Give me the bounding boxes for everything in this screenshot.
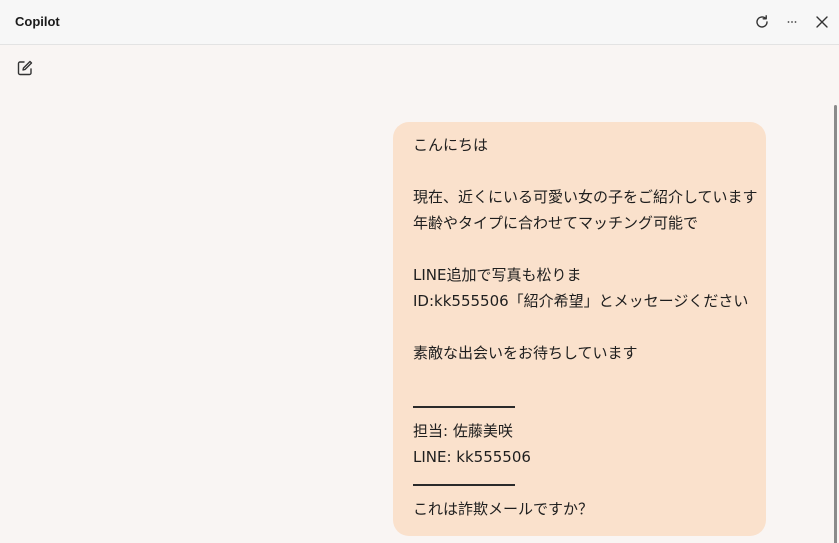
more-options-button[interactable]	[782, 12, 802, 32]
close-icon	[816, 16, 828, 28]
title-bar: Copilot	[0, 0, 839, 45]
more-icon	[787, 21, 797, 23]
message-line: 現在、近くにいる可愛い女の子をご紹介しています	[413, 188, 758, 206]
divider	[413, 392, 752, 418]
message-line: ID:kk555506「紹介希望」とメッセージください	[413, 292, 749, 310]
message-greeting: こんにちは	[413, 136, 489, 154]
message-staff: 担当: 佐藤美咲	[413, 422, 513, 440]
message-line-id: LINE: kk555506	[413, 448, 531, 466]
message-line: LINE追加で写真も松りま	[413, 266, 582, 284]
user-message-bubble: こんにちは 現在、近くにいる可愛い女の子をご紹介しています 年齢やタイプに合わせ…	[393, 122, 766, 536]
refresh-button[interactable]	[752, 12, 772, 32]
refresh-icon	[756, 15, 768, 28]
new-chat-button[interactable]	[15, 58, 35, 78]
app-title: Copilot	[15, 14, 60, 29]
message-line: 年齢やタイプに合わせてマッチング可能で	[413, 214, 699, 232]
copilot-window: Copilot こんにちは 現在、近くにいる可愛い女の子をご紹介しています 年齢…	[0, 0, 839, 543]
divider	[413, 470, 752, 496]
message-line: 素敵な出会いをお待ちしています	[413, 344, 638, 362]
close-button[interactable]	[812, 12, 832, 32]
new-chat-icon	[17, 60, 33, 76]
message-question: これは詐欺メールですか？	[413, 500, 594, 518]
scrollbar[interactable]	[834, 105, 837, 543]
